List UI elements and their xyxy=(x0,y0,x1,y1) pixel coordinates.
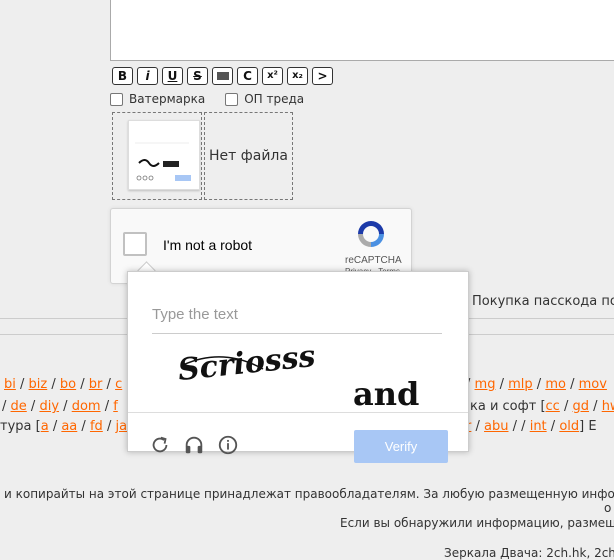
board-row-2: / de / diy / dom / f xyxy=(2,399,118,414)
board-row-1: bi / biz / bo / br / c xyxy=(4,377,123,392)
board-link-a[interactable]: a xyxy=(41,419,49,434)
captcha-text-input[interactable] xyxy=(152,296,442,334)
thumbnail-captcha-preview xyxy=(131,123,197,187)
footer-copyright: и копирайты на этой странице принадлежат… xyxy=(4,487,614,501)
watermark-checkbox[interactable] xyxy=(110,92,123,106)
popup-divider xyxy=(128,412,468,413)
recaptcha-brand: reCAPTCHA xyxy=(345,255,402,266)
board-link-c[interactable]: c xyxy=(115,377,122,392)
footer-copyright-cont: о xyxy=(604,501,612,515)
underline-label: U xyxy=(167,69,178,83)
audio-icon[interactable] xyxy=(183,434,205,456)
board-link-mlp[interactable]: mlp xyxy=(508,377,533,392)
bold-button[interactable]: B xyxy=(112,67,133,85)
post-options: Ватермарка ОП треда xyxy=(110,92,304,106)
footer-report: Если вы обнаружили информацию, размеще xyxy=(340,516,614,530)
file-drop-box-2[interactable]: Нет файла xyxy=(204,112,293,200)
board-link-fd[interactable]: fd xyxy=(90,419,103,434)
info-icon[interactable] xyxy=(217,434,239,456)
board-link-old[interactable]: old xyxy=(559,419,579,434)
spoiler-button[interactable] xyxy=(212,67,233,85)
culture-section-text: тура [ xyxy=(0,419,41,434)
subscript-button[interactable]: x₂ xyxy=(287,67,308,85)
strike-button[interactable]: S xyxy=(187,67,208,85)
row3-suffix: ] Е xyxy=(579,419,597,434)
board-link-mg[interactable]: mg xyxy=(475,377,496,392)
captcha-word-1: Scriosss xyxy=(176,339,317,388)
subscript-label: x₂ xyxy=(292,70,303,81)
op-label: ОП треда xyxy=(244,92,305,106)
board-row-1-right: / mg / mlp / mo / mov xyxy=(466,377,607,392)
board-link-biz[interactable]: biz xyxy=(29,377,48,392)
message-textarea[interactable] xyxy=(110,0,614,61)
quote-button[interactable]: > xyxy=(312,67,333,85)
underline-button[interactable]: U xyxy=(162,67,183,85)
board-link-bo[interactable]: bo xyxy=(60,377,76,392)
board-link-bi[interactable]: bi xyxy=(4,377,16,392)
spoiler-icon xyxy=(216,72,229,80)
italic-label: i xyxy=(145,69,150,83)
footer-mirrors: Зеркала Двача: 2ch.hk, 2ch xyxy=(444,546,614,560)
italic-button[interactable]: i xyxy=(137,67,158,85)
superscript-button[interactable]: x² xyxy=(262,67,283,85)
board-row-3-right: r / abu / / int / old] Е xyxy=(466,419,597,434)
watermark-label: Ватермарка xyxy=(129,92,206,106)
code-button[interactable]: C xyxy=(237,67,258,85)
recaptcha-checkbox[interactable] xyxy=(123,232,147,256)
board-link-de[interactable]: de xyxy=(11,399,27,414)
recaptcha-logo-icon xyxy=(358,221,384,247)
board-link-br[interactable]: br xyxy=(89,377,103,392)
soft-section-text: ка и софт [ xyxy=(470,399,546,414)
board-row-2-right: ка и софт [cc / gd / hw xyxy=(470,399,614,414)
captcha-word-2: and xyxy=(353,375,419,413)
board-link-mov[interactable]: mov xyxy=(579,377,607,392)
superscript-label: x² xyxy=(267,70,278,81)
board-link-aa[interactable]: aa xyxy=(61,419,77,434)
board-link-diy[interactable]: diy xyxy=(39,399,59,414)
board-link-f[interactable]: f xyxy=(113,399,118,414)
board-link-gd[interactable]: gd xyxy=(573,399,590,414)
verify-button[interactable]: Verify xyxy=(354,430,448,463)
board-link-hw[interactable]: hw xyxy=(602,399,614,414)
board-link-dom[interactable]: dom xyxy=(72,399,101,414)
board-link-mo[interactable]: mo xyxy=(545,377,566,392)
file-thumbnail[interactable] xyxy=(128,120,200,190)
no-file-text: Нет файла xyxy=(209,148,288,164)
board-row-3: тура [a / aa / fd / ja xyxy=(0,419,128,434)
quote-label: > xyxy=(317,69,328,83)
op-checkbox[interactable] xyxy=(225,92,239,106)
board-link-ja[interactable]: ja xyxy=(115,419,127,434)
bold-label: B xyxy=(117,69,128,83)
captcha-image: Scriosss and xyxy=(176,339,419,413)
board-link-abu[interactable]: abu xyxy=(484,419,508,434)
reload-icon[interactable] xyxy=(149,434,171,456)
board-link-cc[interactable]: cc xyxy=(546,399,560,414)
strike-label: S xyxy=(193,69,202,83)
code-label: C xyxy=(243,69,252,83)
board-link-int[interactable]: int xyxy=(530,419,547,434)
recaptcha-label: I'm not a robot xyxy=(163,237,253,253)
passcode-text[interactable]: Покупка пасскода позво xyxy=(472,294,614,309)
markup-toolbar: B i U S C x² x₂ > xyxy=(112,67,333,85)
